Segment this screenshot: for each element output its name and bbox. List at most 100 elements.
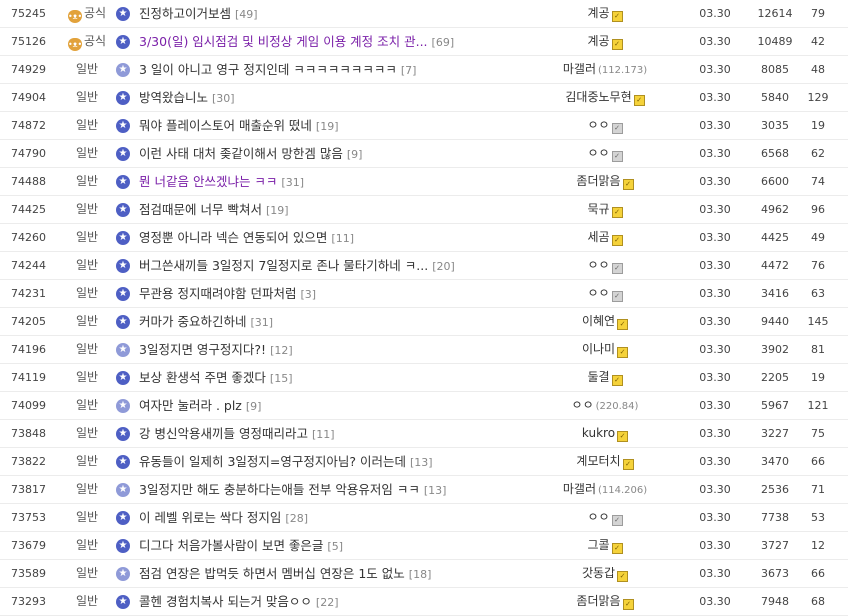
post-category[interactable]: •ᴥ• 공식	[58, 0, 116, 27]
post-title-link[interactable]: 여자만 눌러라 . plz [9]	[139, 392, 539, 420]
post-row[interactable]: 74488 일반 ★ 뭔 너같음 안쓰겠냐는 ㅋㅋ [31] 좀더맑음 ✓ 03.3…	[0, 168, 848, 196]
post-row[interactable]: 73848 일반 ★ 강 병신악용새끼들 영정때리라고 [11] kukro ✓ 0…	[0, 420, 848, 448]
post-row[interactable]: 74872 일반 ★ 뭐야 플레이스토어 매출순위 떴네 [19] ㅇㅇ ✓ 03.…	[0, 112, 848, 140]
post-writer[interactable]: ㅇㅇ ✓	[540, 280, 670, 307]
comment-count[interactable]: [18]	[409, 568, 432, 581]
post-category[interactable]: 일반	[58, 196, 116, 223]
post-writer[interactable]: 계공 ✓	[540, 28, 670, 55]
post-writer[interactable]: 세곰 ✓	[540, 224, 670, 251]
post-category[interactable]: 일반	[58, 588, 116, 615]
post-category[interactable]: 일반	[58, 224, 116, 251]
comment-count[interactable]: [5]	[327, 540, 343, 553]
post-writer[interactable]: ㅇㅇ ✓	[540, 140, 670, 167]
post-category[interactable]: 일반	[58, 504, 116, 531]
comment-count[interactable]: [19]	[316, 120, 339, 133]
post-writer[interactable]: 묵규 ✓	[540, 196, 670, 223]
post-row[interactable]: 73753 일반 ★ 이 레벨 위로는 싹다 정지임 [28] ㅇㅇ ✓ 03.30…	[0, 504, 848, 532]
comment-count[interactable]: [49]	[235, 8, 258, 21]
post-writer[interactable]: 계모터치 ✓	[540, 448, 670, 475]
post-writer[interactable]: 계공 ✓	[540, 0, 670, 27]
post-row[interactable]: 74244 일반 ★ 버그쓴새끼들 3일정지 7일정지로 존나 물타기하네 ㅋ.…	[0, 252, 848, 280]
comment-count[interactable]: [11]	[312, 428, 335, 441]
post-row[interactable]: 73679 일반 ★ 디그다 처음가볼사람이 보면 좋은글 [5] 그콜 ✓ 03.…	[0, 532, 848, 560]
post-category[interactable]: 일반	[58, 308, 116, 335]
post-category[interactable]: 일반	[58, 280, 116, 307]
post-writer[interactable]: 좀더맑음 ✓	[540, 168, 670, 195]
post-title-link[interactable]: 무관용 정지때려야함 던파처럼 [3]	[139, 280, 539, 308]
comment-count[interactable]: [19]	[266, 204, 289, 217]
post-title-link[interactable]: 보상 환생석 주면 좋겠다 [15]	[139, 364, 539, 392]
post-title-link[interactable]: 이런 사태 대처 좆같이해서 망한겜 많음 [9]	[139, 140, 539, 168]
post-writer[interactable]: 이나미 ✓	[540, 336, 670, 363]
post-row[interactable]: 74425 일반 ★ 점검때문에 너무 빡쳐서 [19] 묵규 ✓ 03.30 49…	[0, 196, 848, 224]
comment-count[interactable]: [12]	[270, 344, 293, 357]
post-row[interactable]: 73293 일반 ★ 콜헨 경험치복사 되는거 맞음ㅇㅇ [22] 좀더맑음 ✓ 0…	[0, 588, 848, 616]
comment-count[interactable]: [20]	[432, 260, 455, 273]
post-writer[interactable]: ㅇㅇ ✓	[540, 504, 670, 531]
comment-count[interactable]: [11]	[331, 232, 354, 245]
comment-count[interactable]: [28]	[285, 512, 308, 525]
post-title-link[interactable]: 점검때문에 너무 빡쳐서 [19]	[139, 196, 539, 224]
post-category[interactable]: 일반	[58, 252, 116, 279]
post-row[interactable]: 74119 일반 ★ 보상 환생석 주면 좋겠다 [15] 둘결 ✓ 03.30 2…	[0, 364, 848, 392]
post-row[interactable]: 74260 일반 ★ 영정뿐 아니라 넥슨 연동되어 있으면 [11] 세곰 ✓ 0…	[0, 224, 848, 252]
comment-count[interactable]: [9]	[246, 400, 262, 413]
post-title-link[interactable]: 점검 연장은 밥먹듯 하면서 멤버십 연장은 1도 없노 [18]	[139, 560, 539, 588]
comment-count[interactable]: [3]	[300, 288, 316, 301]
post-row[interactable]: 74099 일반 ★ 여자만 눌러라 . plz [9] ㅇㅇ (220.84) 0…	[0, 392, 848, 420]
comment-count[interactable]: [13]	[410, 456, 433, 469]
comment-count[interactable]: [30]	[212, 92, 235, 105]
comment-count[interactable]: [22]	[316, 596, 339, 609]
post-category[interactable]: 일반	[58, 532, 116, 559]
post-title-link[interactable]: 뭐야 플레이스토어 매출순위 떴네 [19]	[139, 112, 539, 140]
post-row[interactable]: 74904 일반 ★ 방역왔습니노 [30] 김대중노무현 ✓ 03.30 5840…	[0, 84, 848, 112]
post-writer[interactable]: 좀더맑음 ✓	[540, 588, 670, 615]
post-title-link[interactable]: 콜헨 경험치복사 되는거 맞음ㅇㅇ [22]	[139, 588, 539, 616]
post-category[interactable]: 일반	[58, 392, 116, 419]
post-writer[interactable]: 그콜 ✓	[540, 532, 670, 559]
post-writer[interactable]: 마갤러 (114.206)	[540, 476, 670, 504]
post-title-link[interactable]: 뭔 너같음 안쓰겠냐는 ㅋㅋ [31]	[139, 168, 539, 196]
post-category[interactable]: 일반	[58, 420, 116, 447]
post-writer[interactable]: 김대중노무현 ✓	[540, 84, 670, 111]
post-title-link[interactable]: 3 일이 아니고 영구 정지인데 ㅋㅋㅋㅋㅋㅋㅋㅋㅋ [7]	[139, 56, 539, 84]
post-title-link[interactable]: 3일정지만 해도 충분하다는애들 전부 악용유저임 ㅋㅋ [13]	[139, 476, 539, 504]
post-writer[interactable]: 둘결 ✓	[540, 364, 670, 391]
post-title-link[interactable]: 영정뿐 아니라 넥슨 연동되어 있으면 [11]	[139, 224, 539, 252]
post-writer[interactable]: kukro ✓	[540, 420, 670, 447]
post-category[interactable]: 일반	[58, 364, 116, 391]
post-writer[interactable]: ㅇㅇ (220.84)	[540, 392, 670, 420]
comment-count[interactable]: [69]	[432, 36, 455, 49]
comment-count[interactable]: [13]	[424, 484, 447, 497]
post-category[interactable]: 일반	[58, 84, 116, 111]
post-category[interactable]: 일반	[58, 56, 116, 83]
comment-count[interactable]: [9]	[347, 148, 363, 161]
comment-count[interactable]: [15]	[270, 372, 293, 385]
post-row[interactable]: 73822 일반 ★ 유동들이 일제히 3일정지=영구정지아님? 이러는데 [13…	[0, 448, 848, 476]
post-category[interactable]: 일반	[58, 336, 116, 363]
post-category[interactable]: 일반	[58, 168, 116, 195]
comment-count[interactable]: [31]	[250, 316, 273, 329]
post-title-link[interactable]: 커마가 중요하긴하네 [31]	[139, 308, 539, 336]
comment-count[interactable]: [31]	[281, 176, 304, 189]
post-row[interactable]: 75245 •ᴥ• 공식 ★ 진정하고이거보셈 [49] 계공 ✓ 03.30 126…	[0, 0, 848, 28]
post-category[interactable]: 일반	[58, 560, 116, 587]
comment-count[interactable]: [7]	[401, 64, 417, 77]
post-title-link[interactable]: 진정하고이거보셈 [49]	[139, 0, 539, 28]
post-row[interactable]: 74196 일반 ★ 3일정지면 영구정지다?! [12] 이나미 ✓ 03.30 …	[0, 336, 848, 364]
post-title-link[interactable]: 이 레벨 위로는 싹다 정지임 [28]	[139, 504, 539, 532]
post-category[interactable]: 일반	[58, 448, 116, 475]
post-category[interactable]: 일반	[58, 476, 116, 503]
post-title-link[interactable]: 강 병신악용새끼들 영정때리라고 [11]	[139, 420, 539, 448]
post-writer[interactable]: 마갤러 (112.173)	[540, 56, 670, 84]
post-category[interactable]: •ᴥ• 공식	[58, 28, 116, 55]
post-row[interactable]: 74790 일반 ★ 이런 사태 대처 좆같이해서 망한겜 많음 [9] ㅇㅇ ✓ …	[0, 140, 848, 168]
post-title-link[interactable]: 3/30(일) 임시점검 및 비정상 게임 이용 계정 조치 관... [69]	[139, 28, 539, 56]
post-title-link[interactable]: 유동들이 일제히 3일정지=영구정지아님? 이러는데 [13]	[139, 448, 539, 476]
post-row[interactable]: 73817 일반 ★ 3일정지만 해도 충분하다는애들 전부 악용유저임 ㅋㅋ […	[0, 476, 848, 504]
post-row[interactable]: 74205 일반 ★ 커마가 중요하긴하네 [31] 이혜연 ✓ 03.30 944…	[0, 308, 848, 336]
post-writer[interactable]: 갓동갑 ✓	[540, 560, 670, 587]
post-row[interactable]: 74929 일반 ★ 3 일이 아니고 영구 정지인데 ㅋㅋㅋㅋㅋㅋㅋㅋㅋ [7]…	[0, 56, 848, 84]
post-category[interactable]: 일반	[58, 112, 116, 139]
post-row[interactable]: 74231 일반 ★ 무관용 정지때려야함 던파처럼 [3] ㅇㅇ ✓ 03.30 …	[0, 280, 848, 308]
